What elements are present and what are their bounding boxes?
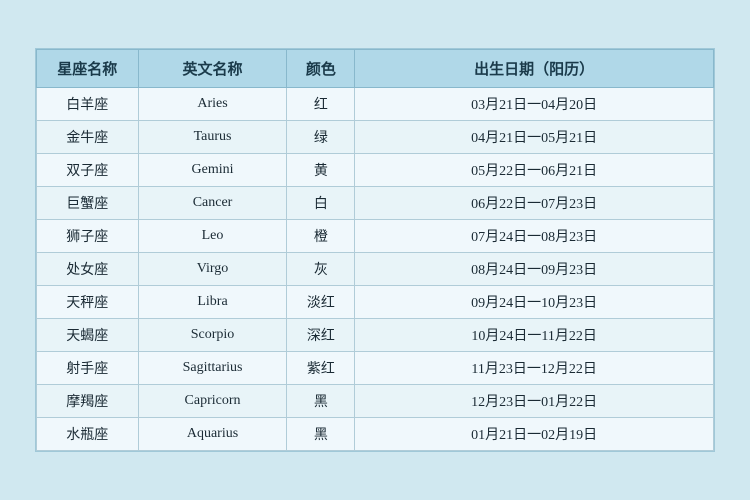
cell-color: 黑 (287, 418, 355, 451)
cell-color: 深红 (287, 319, 355, 352)
cell-english: Libra (138, 286, 287, 319)
header-chinese: 星座名称 (37, 50, 139, 88)
cell-english: Capricorn (138, 385, 287, 418)
cell-color: 白 (287, 187, 355, 220)
cell-date: 12月23日一01月22日 (355, 385, 714, 418)
zodiac-table: 星座名称 英文名称 颜色 出生日期（阳历） 白羊座Aries红03月21日一04… (36, 49, 714, 451)
cell-date: 06月22日一07月23日 (355, 187, 714, 220)
cell-chinese: 白羊座 (37, 88, 139, 121)
table-row: 天蝎座Scorpio深红10月24日一11月22日 (37, 319, 714, 352)
cell-color: 绿 (287, 121, 355, 154)
cell-english: Virgo (138, 253, 287, 286)
cell-chinese: 双子座 (37, 154, 139, 187)
cell-color: 灰 (287, 253, 355, 286)
cell-english: Cancer (138, 187, 287, 220)
cell-color: 黑 (287, 385, 355, 418)
cell-date: 03月21日一04月20日 (355, 88, 714, 121)
zodiac-table-container: 星座名称 英文名称 颜色 出生日期（阳历） 白羊座Aries红03月21日一04… (35, 48, 715, 452)
table-header-row: 星座名称 英文名称 颜色 出生日期（阳历） (37, 50, 714, 88)
cell-date: 10月24日一11月22日 (355, 319, 714, 352)
table-row: 双子座Gemini黄05月22日一06月21日 (37, 154, 714, 187)
cell-color: 红 (287, 88, 355, 121)
cell-date: 09月24日一10月23日 (355, 286, 714, 319)
cell-date: 08月24日一09月23日 (355, 253, 714, 286)
table-row: 射手座Sagittarius紫红11月23日一12月22日 (37, 352, 714, 385)
table-row: 摩羯座Capricorn黑12月23日一01月22日 (37, 385, 714, 418)
table-row: 巨蟹座Cancer白06月22日一07月23日 (37, 187, 714, 220)
cell-chinese: 处女座 (37, 253, 139, 286)
cell-date: 04月21日一05月21日 (355, 121, 714, 154)
cell-chinese: 水瓶座 (37, 418, 139, 451)
table-row: 处女座Virgo灰08月24日一09月23日 (37, 253, 714, 286)
cell-english: Taurus (138, 121, 287, 154)
cell-chinese: 天蝎座 (37, 319, 139, 352)
table-row: 白羊座Aries红03月21日一04月20日 (37, 88, 714, 121)
header-color: 颜色 (287, 50, 355, 88)
cell-color: 橙 (287, 220, 355, 253)
cell-date: 07月24日一08月23日 (355, 220, 714, 253)
header-date: 出生日期（阳历） (355, 50, 714, 88)
cell-chinese: 摩羯座 (37, 385, 139, 418)
cell-chinese: 射手座 (37, 352, 139, 385)
header-english: 英文名称 (138, 50, 287, 88)
cell-english: Aries (138, 88, 287, 121)
cell-chinese: 狮子座 (37, 220, 139, 253)
cell-color: 黄 (287, 154, 355, 187)
cell-date: 11月23日一12月22日 (355, 352, 714, 385)
cell-chinese: 金牛座 (37, 121, 139, 154)
cell-color: 淡红 (287, 286, 355, 319)
cell-chinese: 天秤座 (37, 286, 139, 319)
cell-color: 紫红 (287, 352, 355, 385)
table-row: 金牛座Taurus绿04月21日一05月21日 (37, 121, 714, 154)
table-row: 狮子座Leo橙07月24日一08月23日 (37, 220, 714, 253)
cell-english: Gemini (138, 154, 287, 187)
cell-english: Scorpio (138, 319, 287, 352)
table-row: 天秤座Libra淡红09月24日一10月23日 (37, 286, 714, 319)
cell-date: 01月21日一02月19日 (355, 418, 714, 451)
cell-chinese: 巨蟹座 (37, 187, 139, 220)
cell-date: 05月22日一06月21日 (355, 154, 714, 187)
table-row: 水瓶座Aquarius黑01月21日一02月19日 (37, 418, 714, 451)
cell-english: Sagittarius (138, 352, 287, 385)
cell-english: Leo (138, 220, 287, 253)
cell-english: Aquarius (138, 418, 287, 451)
